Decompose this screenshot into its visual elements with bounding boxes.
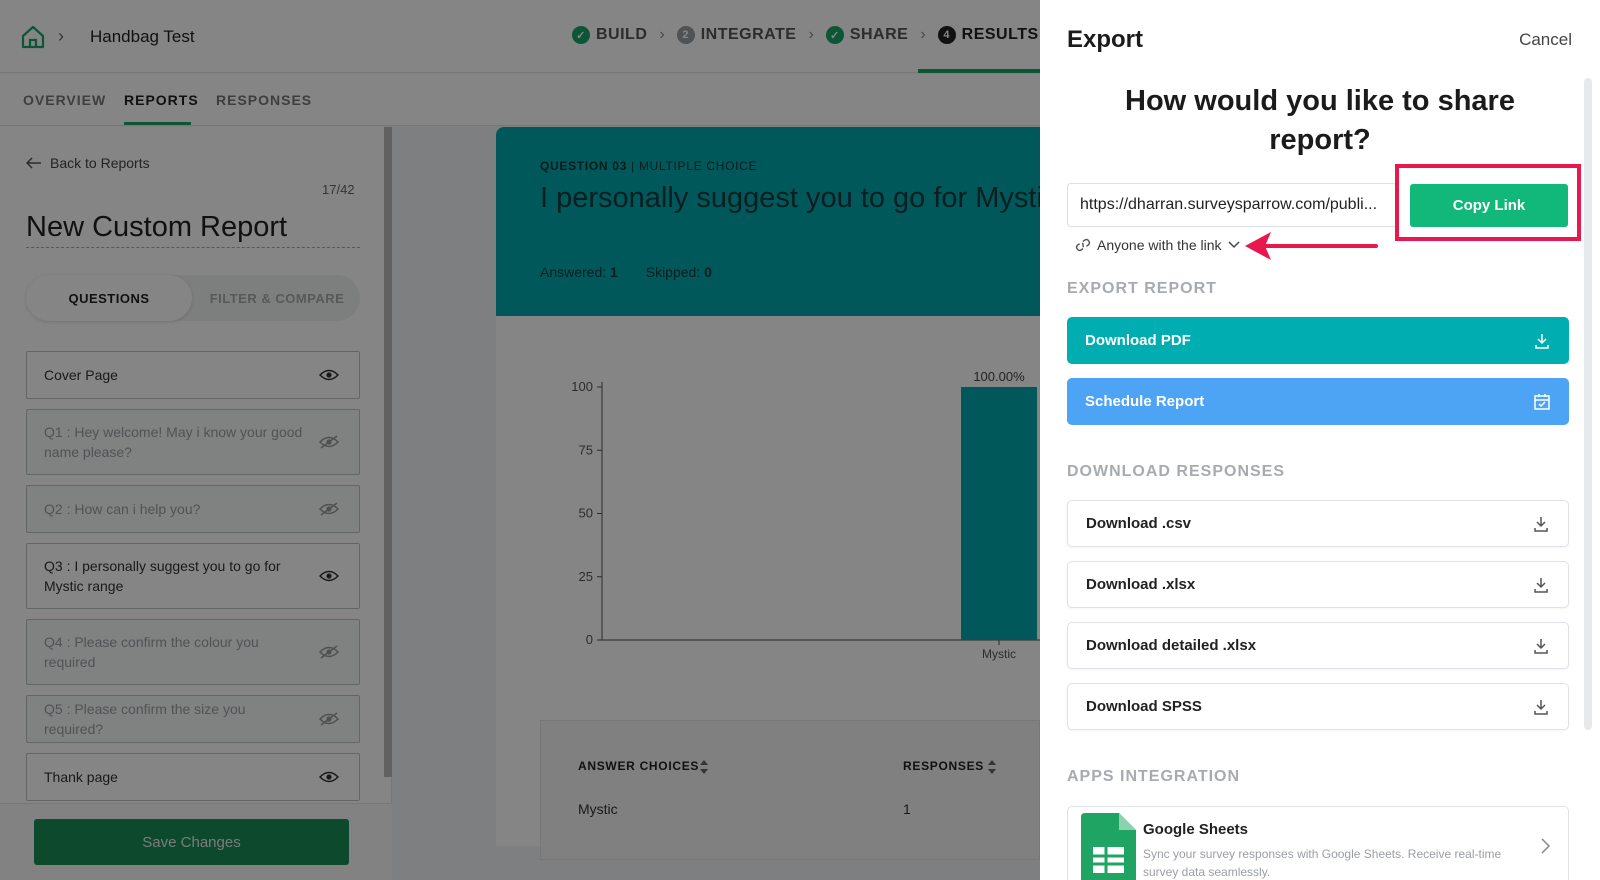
download-detailed-xlsx-button[interactable]: Download detailed .xlsx xyxy=(1067,622,1569,669)
export-report-heading: EXPORT REPORT xyxy=(1067,280,1217,297)
arrow-left-annotation-icon xyxy=(1245,232,1378,260)
integration-description: Sync your survey responses with Google S… xyxy=(1143,847,1502,879)
download-icon xyxy=(1535,333,1549,349)
modal-backdrop[interactable] xyxy=(0,0,1040,880)
drawer-scrollbar[interactable] xyxy=(1584,78,1592,730)
download-icon xyxy=(1534,699,1548,715)
schedule-report-label: Schedule Report xyxy=(1085,393,1205,410)
copy-link-button[interactable]: Copy Link xyxy=(1410,184,1568,227)
apps-integration-heading: APPS INTEGRATION xyxy=(1067,768,1241,785)
google-sheets-integration-card[interactable]: Google Sheets Sync your survey responses… xyxy=(1067,806,1569,880)
schedule-report-button[interactable]: Schedule Report xyxy=(1067,378,1569,425)
link-access-dropdown[interactable]: Anyone with the link xyxy=(1075,237,1240,253)
link-access-label: Anyone with the link xyxy=(1097,237,1222,253)
download-xlsx-button[interactable]: Download .xlsx xyxy=(1067,561,1569,608)
link-icon xyxy=(1075,238,1091,252)
download-pdf-button[interactable]: Download PDF xyxy=(1067,317,1569,364)
download-icon xyxy=(1534,638,1548,654)
download-pdf-label: Download PDF xyxy=(1085,332,1191,349)
export-drawer: Export Cancel How would you like to shar… xyxy=(1040,0,1600,880)
download-spss-button[interactable]: Download SPSS xyxy=(1067,683,1569,730)
download-csv-button[interactable]: Download .csv xyxy=(1067,500,1569,547)
download-csv-label: Download .csv xyxy=(1086,515,1192,532)
calendar-icon xyxy=(1534,393,1550,410)
drawer-title: Export xyxy=(1067,26,1144,53)
download-spss-label: Download SPSS xyxy=(1086,698,1202,715)
share-link-field[interactable]: https://dharran.surveysparrow.com/publi.… xyxy=(1067,183,1397,227)
download-responses-heading: DOWNLOAD RESPONSES xyxy=(1067,463,1286,480)
download-detailed-xlsx-label: Download detailed .xlsx xyxy=(1086,637,1257,654)
download-icon xyxy=(1534,577,1548,593)
share-heading: How would you like to share report? xyxy=(1125,85,1515,156)
integration-title: Google Sheets xyxy=(1143,821,1249,838)
cancel-button[interactable]: Cancel xyxy=(1519,30,1572,50)
download-xlsx-label: Download .xlsx xyxy=(1086,576,1196,593)
chevron-right-icon xyxy=(1541,838,1551,854)
download-icon xyxy=(1534,516,1548,532)
google-sheets-icon xyxy=(1081,813,1136,880)
chevron-down-icon xyxy=(1228,241,1240,249)
